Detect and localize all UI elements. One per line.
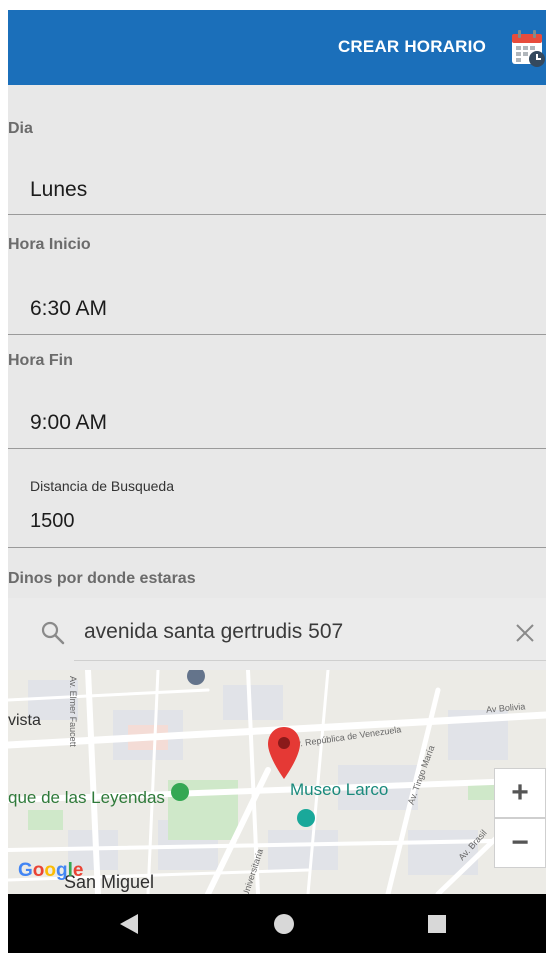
distance-underline [8,547,546,548]
search-icon [41,621,65,645]
search-underline [74,660,546,661]
google-logo: Google [18,860,84,881]
distance-input[interactable]: 1500 [30,510,75,533]
back-triangle-icon[interactable] [118,913,140,935]
end-time-field[interactable]: 9:00 AM [30,411,107,435]
home-circle-icon[interactable] [273,913,295,935]
start-time-label: Hora Inicio [8,236,91,253]
distance-label: Distancia de Busqueda [30,478,174,494]
location-marker-icon[interactable] [266,725,302,781]
end-time-label: Hora Fin [8,352,73,369]
start-time-field[interactable]: 6:30 AM [30,297,107,321]
calendar-clock-icon[interactable] [510,28,546,68]
place-parque-leyendas: que de las Leyendas [8,788,165,807]
map-view[interactable]: Av. Elmer Faucett Av. República de Venez… [8,670,546,894]
place-museo-larco: Museo Larco [290,780,389,799]
zoom-out-button[interactable]: − [494,818,546,868]
start-time-underline [8,334,546,335]
location-label: Dinos por donde estaras [8,570,196,587]
recents-square-icon[interactable] [426,913,448,935]
app-bar: CREAR HORARIO [8,10,546,85]
screen: CREAR HORARIO Dia Lunes Hora Inicio 6:30… [8,10,546,953]
create-schedule-button[interactable]: CREAR HORARIO [338,37,486,57]
system-nav-bar [8,894,546,953]
search-input[interactable]: avenida santa gertrudis 507 [84,620,343,644]
place-search-bar[interactable]: avenida santa gertrudis 507 [8,598,546,670]
day-field[interactable]: Lunes [30,178,87,202]
zoom-in-button[interactable]: + [494,768,546,818]
day-underline [8,214,546,215]
day-label: Dia [8,120,33,137]
end-time-underline [8,448,546,449]
place-vista: vista [8,712,41,729]
road-elmer-faucett: Av. Elmer Faucett [68,676,78,747]
close-icon[interactable] [514,622,536,644]
